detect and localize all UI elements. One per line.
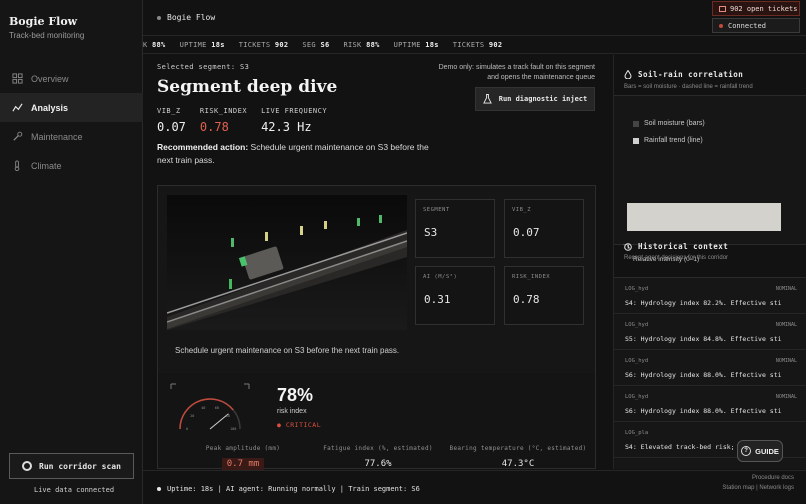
bearing-temperature: Bearing temperature (°C, estimated) 47.3…	[449, 445, 587, 469]
top-header: Bogie Flow 902 open tickets Connected	[143, 0, 806, 36]
list-item[interactable]: LOG_hyd NOMINAL S6: Hydrology index 88.0…	[614, 386, 806, 422]
sidebar-item-maintenance[interactable]: Maintenance	[0, 122, 143, 151]
droplet-icon	[624, 70, 632, 79]
list-item[interactable]: LOG_hyd NOMINAL S6: Hydrology index 88.0…	[614, 350, 806, 386]
legend-swatch	[633, 120, 639, 127]
ticker-item: TICKETS 902	[452, 41, 503, 49]
ticket-icon	[719, 5, 726, 12]
grid-icon	[12, 73, 23, 84]
risk-gauge: 0 20 40 60 80 100	[170, 383, 250, 431]
ticker-item: K 88%	[143, 41, 166, 49]
historical-title: Historical context	[624, 242, 728, 251]
sidebar-item-overview[interactable]: Overview	[0, 64, 143, 93]
live-status: Live data connected	[34, 486, 115, 494]
main-panel: Selected segment: S3 Segment deep dive D…	[143, 55, 613, 470]
sidebar-item-analysis[interactable]: Analysis	[0, 93, 143, 122]
gauge-tick-label: 60	[215, 406, 219, 410]
status-bar: Uptime: 18s | AI agent: Running normally…	[143, 470, 806, 504]
card-caption: Schedule urgent maintenance on S3 before…	[175, 346, 400, 355]
sidebar-item-label: Overview	[31, 73, 69, 84]
stat-ai: AI (M/S²) 0.31	[415, 266, 495, 325]
historical-subtitle: Recent agent decisions for this corridor	[624, 255, 729, 261]
sidebar-nav: Overview Analysis Maintenance Climate	[0, 64, 143, 180]
page-title: Segment deep dive	[157, 77, 338, 97]
ticker-item: RISK 88%	[343, 41, 380, 49]
soil-rain-chart: Soil moisture (bars) Rainfall trend (lin…	[614, 95, 806, 263]
risk-label: risk index	[277, 408, 307, 415]
list-item[interactable]: LOG_hyd NOMINAL S5: Hydrology index 84.8…	[614, 314, 806, 350]
chart-plot-area	[627, 203, 781, 231]
sidebar-item-climate[interactable]: Climate	[0, 151, 143, 180]
procedure-docs-link[interactable]: Procedure docs	[752, 475, 794, 481]
sidebar: Bogie Flow Track-bed monitoring Overview…	[0, 0, 143, 504]
gauge-tick-label: 40	[201, 406, 205, 410]
gauge-tick-label: 20	[190, 414, 194, 418]
ticker-item: UPTIME 18s	[179, 41, 225, 49]
corridor-button-label: Run corridor scan	[39, 461, 121, 471]
connection-badge: Connected	[712, 18, 800, 33]
footer-links[interactable]: Station map | Network logs	[722, 485, 794, 491]
metric-live-frequency: LIVE FREQUENCY 42.3 Hz	[261, 107, 328, 134]
metrics-ticker: K 88% UPTIME 18s TICKETS 902 SEG S6 RISK…	[143, 37, 806, 54]
target-icon	[22, 461, 33, 471]
status-dot-icon	[157, 15, 161, 20]
segment-card: SEGMENT S3 VIB_Z 0.07 AI (M/S²) 0.31 RIS…	[157, 185, 596, 375]
connection-label: Connected	[728, 21, 766, 30]
brand-title: Bogie Flow	[9, 15, 78, 28]
chart-line-icon	[12, 103, 23, 112]
train-track-image	[167, 195, 407, 330]
right-panel: Soil-rain correlation Bars = soil moistu…	[613, 55, 806, 469]
thermometer-icon	[14, 160, 20, 171]
ticker-item: UPTIME 18s	[393, 41, 439, 49]
guide-button-label: GUIDE	[755, 446, 779, 456]
guide-button[interactable]: ? GUIDE	[737, 440, 783, 462]
sidebar-item-label: Analysis	[31, 102, 69, 113]
legend-soil-moisture: Soil moisture (bars)	[633, 120, 705, 127]
stat-segment: SEGMENT S3	[415, 199, 495, 258]
metric-risk-index: RISK_INDEX 0.78	[199, 107, 248, 134]
key-metrics: VIB_Z 0.07 RISK_INDEX 0.78 LIVE FREQUENC…	[157, 107, 341, 134]
risk-card: 0 20 40 60 80 100 78% risk index ● CRITICAL P…	[157, 373, 596, 470]
risk-percent: 78%	[277, 385, 314, 405]
status-dot-icon	[157, 487, 161, 491]
open-tickets-badge[interactable]: 902 open tickets	[712, 1, 800, 16]
sidebar-item-label: Climate	[31, 160, 62, 171]
wrench-icon	[13, 131, 23, 141]
stat-vib-z: VIB_Z 0.07	[504, 199, 584, 258]
header-title: Bogie Flow	[157, 13, 215, 22]
soil-rain-title: Soil-rain correlation	[624, 70, 743, 79]
sidebar-item-label: Maintenance	[31, 131, 83, 142]
soil-rain-subtitle: Bars = soil moisture · dashed line = rai…	[624, 84, 753, 90]
run-diagnostic-inject-button[interactable]: Run diagnostic inject	[475, 87, 595, 111]
run-corridor-scan-button[interactable]: Run corridor scan	[9, 453, 134, 479]
connection-dot-icon	[719, 23, 723, 28]
fatigue-index: Fatigue index (%, estimated) 77.6%	[323, 445, 433, 469]
status-text: Uptime: 18s | AI agent: Running normally…	[157, 485, 420, 493]
stat-risk-index: RISK_INDEX 0.78	[504, 266, 584, 325]
gauge-tick-label: 80	[226, 414, 230, 418]
help-icon: ?	[741, 446, 752, 456]
header-title-text: Bogie Flow	[167, 13, 216, 22]
legend-rainfall: Rainfall trend (line)	[633, 137, 703, 144]
gauge-tick-label: 0	[186, 427, 188, 431]
brand-subtitle: Track-bed monitoring	[9, 31, 85, 40]
inject-button-label: Run diagnostic inject	[498, 95, 588, 103]
list-item[interactable]: LOG_hyd NOMINAL S4: Hydrology index 82.2…	[614, 278, 806, 314]
recommended-action: Recommended action: Schedule urgent main…	[157, 141, 447, 167]
legend-swatch	[633, 137, 639, 144]
tickets-badge-label: 902 open tickets	[730, 4, 798, 13]
critical-badge: ● CRITICAL	[277, 421, 322, 429]
recommended-action-label: Recommended action:	[157, 142, 249, 152]
gauge-tick-label: 100	[230, 427, 236, 431]
selected-segment: Selected segment: S3	[157, 63, 250, 71]
history-icon	[624, 242, 632, 251]
flask-icon	[482, 94, 492, 104]
ticker-item: SEG S6	[302, 41, 330, 49]
demo-note: Demo only: simulates a track fault on th…	[438, 64, 595, 81]
ticker-item: TICKETS 902	[238, 41, 289, 49]
peak-amplitude: Peak amplitude (mm) 0.7 mm	[205, 445, 281, 470]
metric-vib-z: VIB_Z 0.07	[157, 107, 186, 134]
